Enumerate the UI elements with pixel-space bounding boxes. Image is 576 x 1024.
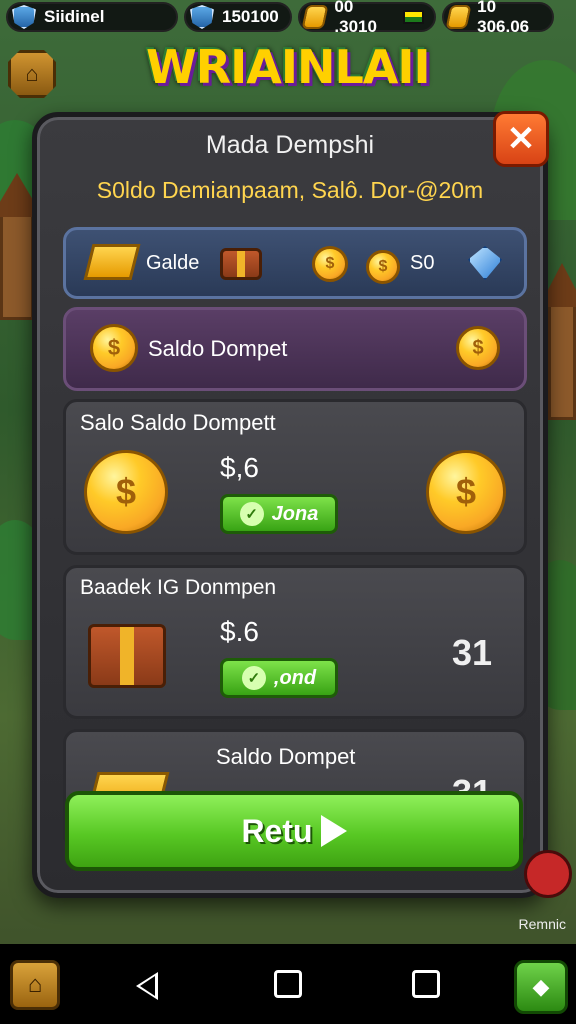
player-name-pill[interactable]: Siidinel xyxy=(6,2,178,32)
coin-icon: $ xyxy=(90,324,138,372)
offer-title: Baadek IG Donmpen xyxy=(80,576,277,599)
coin-icon: $ xyxy=(312,246,348,282)
home-square-icon[interactable] xyxy=(274,970,302,998)
coin-icon: $ xyxy=(84,450,168,534)
flag-icon xyxy=(403,10,424,24)
back-icon[interactable] xyxy=(136,972,158,1000)
offer-count: 31 xyxy=(452,632,493,673)
offer-amount: $.6 xyxy=(220,616,259,647)
offer-title: Salo Saldo Dompett xyxy=(80,410,276,435)
check-icon: ✓ xyxy=(239,502,264,526)
play-icon xyxy=(320,815,347,847)
system-nav-bar: ⌂ ◆ xyxy=(0,944,576,1024)
coin-icon: $ xyxy=(366,250,400,284)
claim-button-label: ,ond xyxy=(273,666,317,689)
shield-icon xyxy=(12,5,36,29)
home-icon[interactable]: ⌂ xyxy=(8,50,56,98)
treasure-chest-icon xyxy=(88,624,166,688)
gold-bar-icon xyxy=(83,244,141,280)
offer-card: Baadek IG Donmpen $.6 ✓ ,ond 31 xyxy=(63,565,527,719)
wallet-balance-label: Saldo Dompet xyxy=(148,336,288,361)
stat-value-3: 10 306.06 xyxy=(477,0,530,36)
recents-icon[interactable] xyxy=(412,970,440,998)
gold-bar-icon xyxy=(301,5,329,29)
stat-pill-1[interactable]: 150100 xyxy=(184,2,292,32)
coin-icon: $ xyxy=(426,450,506,534)
resource-row[interactable]: Galde $ $ S0 xyxy=(63,227,527,299)
home-icon[interactable]: ⌂ xyxy=(10,960,60,1010)
player-name: Siidinel xyxy=(44,7,105,26)
wallet-modal: Mada Dempshi S0ldo Demianpaam, Salô. Dor… xyxy=(32,111,549,898)
game-logo: WRIAINLAII xyxy=(146,40,431,94)
close-button[interactable]: ✕ xyxy=(493,111,549,167)
offer-title: Saldo Dompet xyxy=(216,744,356,769)
wallet-balance-row[interactable]: $ Saldo Dompet $ xyxy=(63,307,527,391)
stat-value-1: 150100 xyxy=(222,7,279,26)
stat-value-2: 00 .3010 xyxy=(334,0,377,36)
claim-button[interactable]: ✓ Jona xyxy=(220,494,338,534)
claim-button[interactable]: ✓ ,ond xyxy=(220,658,338,698)
offer-amount: $,6 xyxy=(220,452,259,483)
treasure-chest-icon xyxy=(220,248,262,280)
modal-subtitle: S0ldo Demianpaam, Salô. Dor-@20m xyxy=(96,177,484,203)
gold-bar-icon xyxy=(445,5,472,29)
return-button-label: Retu xyxy=(241,812,313,849)
resource-value: S0 xyxy=(410,252,435,274)
side-alert-icon[interactable] xyxy=(524,850,572,898)
gem-icon xyxy=(468,246,502,280)
coin-icon: $ xyxy=(456,326,500,370)
stat-pill-3[interactable]: 10 306.06 xyxy=(442,0,554,36)
resource-label: Galde xyxy=(146,252,200,274)
modal-title: Mada Dempshi xyxy=(205,131,375,159)
shield-icon xyxy=(190,5,214,29)
stat-pill-2[interactable]: 00 .3010 xyxy=(298,0,436,36)
offer-card: Salo Saldo Dompett $ $,6 ✓ Jona $ xyxy=(63,399,527,555)
check-icon: ✓ xyxy=(241,666,266,690)
claim-button-label: Jona xyxy=(271,502,319,525)
return-button[interactable]: Retu xyxy=(65,791,523,871)
side-label: Remnic xyxy=(518,916,566,932)
top-hud: Siidinel 150100 00 .3010 10 306.06 xyxy=(0,0,576,36)
map-icon[interactable]: ◆ xyxy=(514,960,568,1014)
